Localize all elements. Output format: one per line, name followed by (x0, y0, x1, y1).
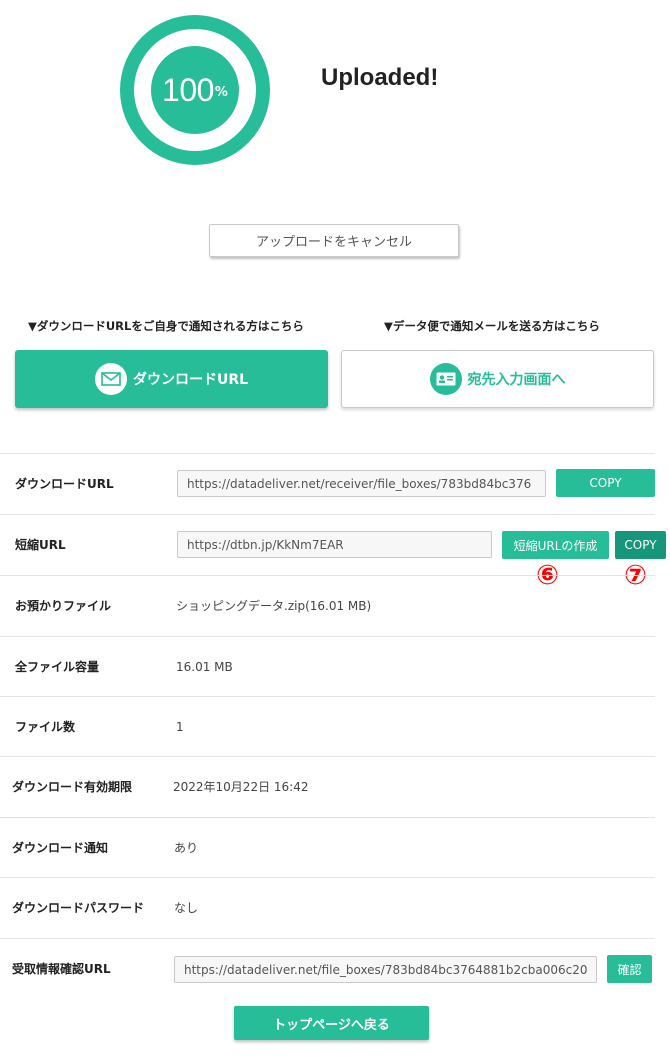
file-count-label: ファイル数 (15, 720, 76, 734)
upload-progress-ring: 100% (120, 15, 270, 165)
row-receipt-url: 受取情報確認URL https://datadeliver.net/file_b… (0, 938, 655, 998)
create-short-url-button[interactable]: 短縮URLの作成 (502, 531, 609, 559)
id-card-icon (429, 363, 462, 395)
upload-status-title: Uploaded! (321, 64, 439, 91)
progress-center: 100% (151, 46, 239, 134)
download-notify-label: ダウンロード通知 (12, 841, 109, 855)
stored-file-value: ショッピングデータ.zip(16.01 MB) (176, 599, 372, 613)
mail-icon (94, 363, 127, 395)
row-download-url: ダウンロードURL https://datadeliver.net/receiv… (0, 453, 655, 513)
row-total-size: 全ファイル容量 16.01 MB (0, 636, 655, 696)
download-url-button[interactable]: ダウンロードURL (15, 350, 328, 408)
download-url-copy-button[interactable]: COPY (556, 469, 655, 497)
short-url-label: 短縮URL (15, 538, 66, 552)
row-file-count: ファイル数 1 (0, 696, 655, 756)
row-download-notify: ダウンロード通知 あり (0, 817, 655, 877)
short-url-field[interactable]: https://dtbn.jp/KkNm7EAR (177, 531, 492, 558)
row-stored-file: お預かりファイル ショッピングデータ.zip(16.01 MB) (0, 575, 655, 635)
recipient-entry-button-label: 宛先入力画面へ (467, 372, 566, 388)
receipt-url-label: 受取情報確認URL (12, 962, 111, 976)
download-password-value: なし (174, 901, 199, 915)
total-size-value: 16.01 MB (176, 659, 233, 674)
cancel-upload-button[interactable]: アップロードをキャンセル (209, 224, 459, 257)
row-expiry: ダウンロード有効期限 2022年10月22日 16:42 (0, 756, 655, 816)
self-notify-caption: ▼ダウンロードURLをご自身で通知される方はこちら (28, 319, 304, 333)
mail-notify-caption: ▼データ便で通知メールを送る方はこちら (384, 319, 600, 333)
expiry-value: 2022年10月22日 16:42 (173, 780, 309, 794)
row-download-password: ダウンロードパスワード なし (0, 877, 655, 937)
expiry-label: ダウンロード有効期限 (12, 780, 133, 794)
download-url-label: ダウンロードURL (15, 477, 114, 491)
back-to-top-button[interactable]: トップページへ戻る (234, 1006, 429, 1040)
download-notify-value: あり (174, 841, 199, 855)
progress-number: 100 (162, 71, 214, 108)
download-url-field[interactable]: https://datadeliver.net/receiver/file_bo… (177, 470, 546, 497)
receipt-url-confirm-button[interactable]: 確認 (607, 955, 652, 983)
receipt-url-field[interactable]: https://datadeliver.net/file_boxes/783bd… (174, 956, 597, 983)
total-size-label: 全ファイル容量 (15, 660, 100, 674)
download-url-button-label: ダウンロードURL (132, 372, 249, 388)
recipient-entry-button[interactable]: 宛先入力画面へ (341, 350, 654, 408)
download-password-label: ダウンロードパスワード (12, 901, 145, 915)
progress-unit: % (214, 84, 228, 100)
file-count-value: 1 (176, 719, 184, 734)
stored-file-label: お預かりファイル (15, 599, 112, 613)
short-url-copy-button[interactable]: COPY (615, 531, 666, 559)
